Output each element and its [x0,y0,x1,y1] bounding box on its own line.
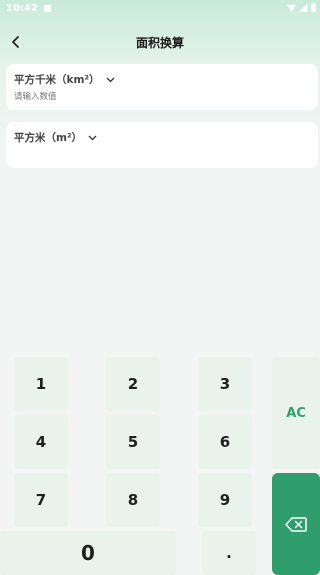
status-bar: 10:42 [0,0,320,16]
wifi-icon [287,4,296,12]
key-decimal[interactable]: . [202,531,256,575]
title-bar: 面积换算 [0,28,320,56]
page-title: 面积换算 [135,36,184,50]
chevron-down-icon [88,135,97,140]
key-5[interactable]: 5 [106,415,160,469]
ac-button[interactable]: AC [272,357,320,469]
key-8[interactable]: 8 [106,473,160,527]
status-icons [287,3,316,12]
battery-icon [311,3,316,12]
target-unit-label: 平方米（m²） [14,132,83,144]
target-unit-select[interactable]: 平方米（m²） [14,130,97,145]
key-6[interactable]: 6 [198,415,252,469]
source-unit-label: 平方千米（km²） [14,74,100,86]
source-value-input[interactable] [14,90,304,104]
key-9[interactable]: 9 [198,473,252,527]
key-1[interactable]: 1 [14,357,68,411]
backspace-button[interactable] [272,473,320,575]
key-0[interactable]: 0 [0,531,176,575]
notification-icon [43,4,51,12]
chevron-down-icon [106,77,114,82]
source-unit-select[interactable]: 平方千米（km²） [14,72,115,87]
backspace-icon [285,516,307,532]
signal-icon [299,3,308,12]
key-2[interactable]: 2 [106,357,160,411]
key-4[interactable]: 4 [14,415,68,469]
status-time: 10:42 [6,2,38,14]
target-card: 平方米（m²） [6,122,318,168]
key-3[interactable]: 3 [198,357,252,411]
source-card: 平方千米（km²） [6,64,318,110]
key-7[interactable]: 7 [14,473,68,527]
